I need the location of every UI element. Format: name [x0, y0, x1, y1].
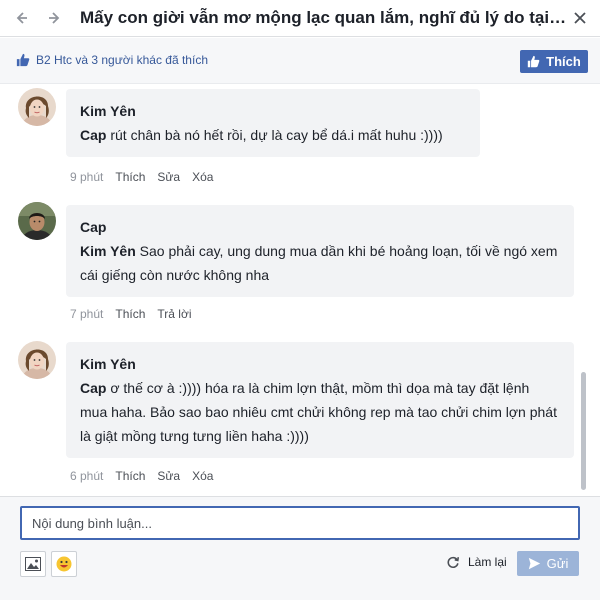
- photo-icon: [25, 557, 41, 571]
- reset-label: Làm lại: [468, 555, 507, 569]
- like-comment-link[interactable]: Thích: [115, 469, 145, 483]
- arrow-right-icon[interactable]: [44, 7, 66, 29]
- comment-bubble: Cap Kim Yên Sao phải cay, ung dung mua d…: [66, 205, 574, 297]
- comment-time[interactable]: 7 phút: [70, 307, 103, 321]
- edit-comment-link[interactable]: Sửa: [157, 469, 180, 483]
- like-comment-link[interactable]: Thích: [115, 307, 145, 321]
- avatar[interactable]: [18, 88, 56, 126]
- likes-summary[interactable]: B2 Htc và 3 người khác đã thích: [16, 53, 208, 67]
- comment-bubble: Kim Yên Cap ơ thế cơ à :)))) hóa ra là c…: [66, 342, 574, 458]
- comment-mention[interactable]: Cap: [80, 380, 106, 396]
- reset-button[interactable]: Làm lại: [446, 555, 507, 569]
- delete-comment-link[interactable]: Xóa: [192, 469, 213, 483]
- comment-text: Sao phải cay, ung dung mua dần khi bé ho…: [80, 243, 558, 283]
- emoji-button[interactable]: [51, 551, 77, 577]
- thumbs-up-icon: [527, 55, 540, 68]
- arrow-left-icon[interactable]: [10, 7, 32, 29]
- reply-comment-link[interactable]: Trả lời: [157, 307, 191, 321]
- dialog-header: Mấy con giời vẫn mơ mộng lạc quan lắm, n…: [0, 0, 600, 37]
- thumbs-up-icon: [16, 53, 30, 67]
- post-title: Mấy con giời vẫn mơ mộng lạc quan lắm, n…: [80, 8, 568, 27]
- comment-text: rút chân bà nó hết rồi, dự là cay bể dá.…: [106, 127, 443, 143]
- refresh-icon: [447, 556, 460, 568]
- comment-author[interactable]: Cap: [80, 215, 560, 239]
- photo-button[interactable]: [20, 551, 46, 577]
- like-button[interactable]: Thích: [520, 50, 588, 73]
- comment-list[interactable]: Kim Yên Cap rút chân bà nó hết rồi, dự l…: [0, 84, 600, 496]
- comment-bubble: Kim Yên Cap rút chân bà nó hết rồi, dự l…: [66, 89, 480, 157]
- comment-input[interactable]: [20, 506, 580, 540]
- scrollbar[interactable]: [581, 372, 586, 490]
- comment-composer: Làm lại Gửi: [0, 496, 600, 600]
- close-icon[interactable]: [570, 8, 590, 28]
- like-button-label: Thích: [546, 54, 581, 69]
- comment-time[interactable]: 9 phút: [70, 170, 103, 184]
- comment-mention[interactable]: Cap: [80, 127, 106, 143]
- delete-comment-link[interactable]: Xóa: [192, 170, 213, 184]
- likes-summary-text: B2 Htc và 3 người khác đã thích: [36, 53, 208, 67]
- comment-mention[interactable]: Kim Yên: [80, 243, 136, 259]
- comment-time[interactable]: 6 phút: [70, 469, 103, 483]
- send-button[interactable]: Gửi: [517, 551, 579, 576]
- send-icon: [528, 557, 540, 570]
- comment-author[interactable]: Kim Yên: [80, 352, 560, 376]
- avatar[interactable]: [18, 202, 56, 240]
- comment-actions: 7 phút Thích Trả lời: [70, 307, 203, 321]
- like-comment-link[interactable]: Thích: [115, 170, 145, 184]
- send-label: Gửi: [546, 556, 569, 571]
- emoji-icon: [56, 556, 72, 572]
- edit-comment-link[interactable]: Sửa: [157, 170, 180, 184]
- avatar[interactable]: [18, 341, 56, 379]
- comment-actions: 9 phút Thích Sửa Xóa: [70, 170, 225, 184]
- comment-author[interactable]: Kim Yên: [80, 99, 466, 123]
- likes-bar: B2 Htc và 3 người khác đã thích Thích: [0, 38, 600, 84]
- comment-text: ơ thế cơ à :)))) hóa ra là chim lợn thật…: [80, 380, 557, 444]
- comment-actions: 6 phút Thích Sửa Xóa: [70, 469, 225, 483]
